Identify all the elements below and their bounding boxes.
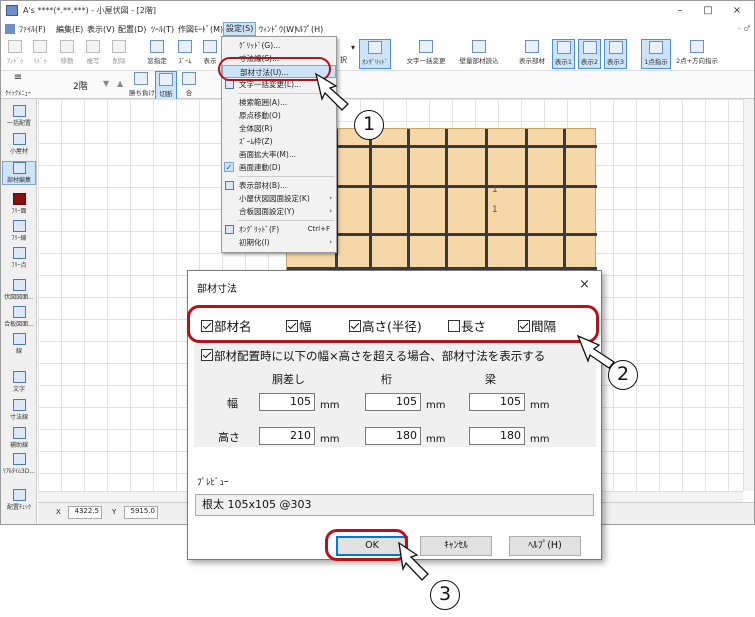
- pointer-arrow-icon: [398, 541, 429, 581]
- callout-arrows: [315, 72, 615, 581]
- callout-number: 2: [608, 360, 638, 390]
- pointer-arrow-icon: [315, 72, 349, 111]
- callout-number: 1: [354, 110, 384, 140]
- callout-number: 3: [430, 580, 460, 610]
- pointer-arrow-icon: [576, 334, 615, 369]
